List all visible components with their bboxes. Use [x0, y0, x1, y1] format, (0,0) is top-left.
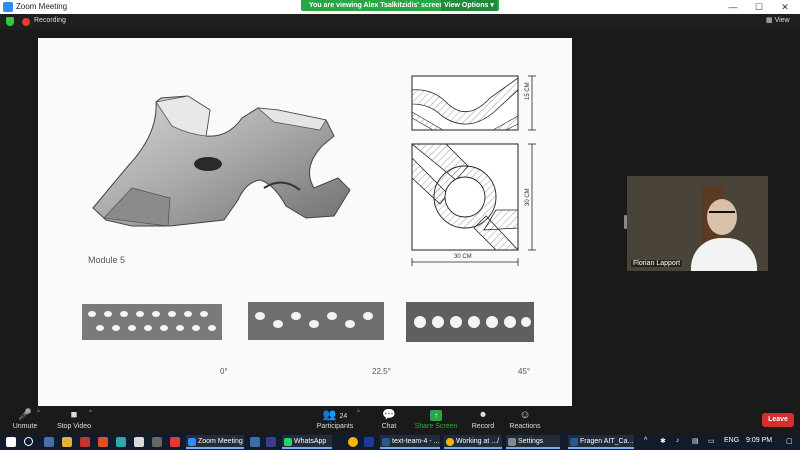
close-button[interactable]: ✕: [774, 0, 796, 14]
zoom-logo-icon: [3, 2, 13, 12]
taskbar-app-whatsapp[interactable]: WhatsApp: [282, 435, 332, 449]
reactions-icon: ☺: [519, 409, 531, 421]
tray-chevron-icon[interactable]: ^: [644, 437, 647, 444]
video-camera-icon: ■: [70, 409, 78, 421]
taskbar-app-settings[interactable]: Settings: [506, 435, 560, 449]
zoom-app-icon: [188, 438, 196, 446]
plan-drawing: [410, 143, 536, 266]
taskbar-app-zoom-label: Zoom Meeting: [198, 438, 243, 445]
recording-icon: [22, 18, 30, 26]
word-doc-icon: [570, 438, 578, 446]
recording-label: Recording: [34, 17, 66, 24]
participant-name: Florian Lapport: [631, 260, 683, 267]
audio-options-caret-icon[interactable]: ^: [37, 410, 40, 416]
chat-button[interactable]: 💬 Chat: [376, 408, 402, 430]
participant-body: [691, 238, 757, 271]
view-options-button[interactable]: View Options ▾: [441, 0, 497, 11]
wall-strip-22-5: [248, 302, 384, 340]
app-icon-indigo[interactable]: [266, 437, 276, 447]
bluetooth-icon[interactable]: ✱: [660, 437, 666, 445]
status-strip: [0, 14, 800, 30]
participants-caret-icon[interactable]: ^: [357, 410, 360, 416]
participants-icon: 👥 24: [322, 409, 348, 421]
reactions-button[interactable]: ☺ Reactions: [506, 408, 544, 430]
whatsapp-icon: [284, 438, 292, 446]
stop-video-label: Stop Video: [56, 423, 92, 430]
language-indicator[interactable]: ENG: [724, 437, 739, 444]
taskbar-app-settings-label: Settings: [518, 438, 544, 445]
module-render: [92, 95, 351, 227]
angle-label-22-5: 22.5°: [372, 367, 391, 376]
notifications-icon[interactable]: ▢: [786, 437, 793, 445]
app-icon-red[interactable]: [170, 437, 180, 447]
taskbar-app-text-team[interactable]: text-team-4 - ...: [380, 435, 440, 449]
app-icon-blue[interactable]: [250, 437, 260, 447]
module-label: Module 5: [88, 255, 126, 265]
unmute-label: Unmute: [12, 423, 38, 430]
dim-bottom-label: 30 CM: [454, 254, 472, 260]
chat-label: Chat: [381, 423, 397, 430]
shared-slide: Module 5 15 CM 30 CM 30 CM 0° 22.5° 45°: [38, 38, 572, 406]
share-screen-icon: ↑: [414, 408, 458, 422]
view-label: View: [774, 17, 790, 24]
dim-height-label: 15 CM: [525, 82, 531, 100]
taskbar-app-working[interactable]: Working at .../: [444, 435, 502, 449]
encryption-shield-icon[interactable]: [6, 17, 14, 26]
photoshop-icon[interactable]: [364, 437, 374, 447]
app-icon-teal[interactable]: [116, 437, 126, 447]
chrome-window-icon: [446, 438, 454, 446]
record-label: Record: [471, 423, 495, 430]
reactions-label: Reactions: [509, 423, 541, 430]
participants-count: 24: [339, 413, 348, 420]
top-section-drawing: [411, 75, 536, 131]
taskbar-app-working-label: Working at .../: [456, 438, 500, 445]
window-title: Zoom Meeting: [16, 2, 68, 11]
participant-video[interactable]: Florian Lapport: [627, 176, 768, 271]
settings-gear-icon: [508, 438, 516, 446]
wall-strip-0: [82, 304, 222, 340]
battery-icon[interactable]: ▭: [708, 437, 715, 445]
taskbar-app-fragen[interactable]: Fragen AIT_Ca...: [568, 435, 634, 449]
dim-side-label: 30 CM: [525, 188, 531, 206]
windows-start-icon[interactable]: [6, 437, 16, 447]
acrobat-icon[interactable]: [80, 437, 90, 447]
participants-button[interactable]: 👥 24 Participants: [314, 408, 356, 430]
viewing-text: You are viewing Alex Tsalkitzidis' scree…: [309, 2, 444, 9]
view-button[interactable]: ▦ View: [766, 16, 790, 24]
network-icon[interactable]: ▤: [692, 437, 699, 445]
chat-icon: 💬: [382, 409, 396, 421]
volume-icon[interactable]: ♪: [676, 437, 680, 444]
angle-label-45: 45°: [518, 367, 531, 376]
task-view-icon[interactable]: [44, 437, 54, 447]
clock[interactable]: 9:09 PM: [746, 437, 772, 444]
glasses: [709, 211, 735, 218]
participants-label: Participants: [316, 423, 354, 430]
app-icon-grey[interactable]: [134, 437, 144, 447]
taskbar-app-zoom[interactable]: Zoom Meeting: [186, 435, 244, 449]
wall-strip-45: [406, 302, 534, 342]
share-screen-button[interactable]: ↑ Share Screen: [414, 408, 458, 430]
word-icon: [382, 438, 390, 446]
chrome-icon[interactable]: [348, 437, 358, 447]
angle-label-0: 0°: [220, 367, 228, 376]
share-screen-label: Share Screen: [414, 423, 458, 430]
slide-drawings: [82, 75, 536, 342]
video-options-caret-icon[interactable]: ^: [89, 410, 92, 416]
search-icon[interactable]: [24, 437, 33, 446]
app-icon-dark[interactable]: [152, 437, 162, 447]
record-icon: ⏺: [480, 409, 486, 421]
taskbar-app-text-team-label: text-team-4 - ...: [392, 438, 440, 445]
taskbar-app-whatsapp-label: WhatsApp: [294, 438, 327, 445]
file-explorer-icon[interactable]: [62, 437, 72, 447]
record-button[interactable]: ⏺ Record: [468, 408, 498, 430]
unmute-button[interactable]: 🎤 Unmute: [10, 408, 40, 430]
viewing-banner: You are viewing Alex Tsalkitzidis' scree…: [301, 0, 499, 11]
leave-button[interactable]: Leave: [762, 413, 794, 427]
muted-mic-icon: 🎤: [18, 409, 32, 421]
stop-video-button[interactable]: ■ Stop Video: [54, 408, 94, 430]
taskbar-app-fragen-label: Fragen AIT_Ca...: [580, 438, 634, 445]
maximize-button[interactable]: ☐: [748, 0, 770, 14]
powerpoint-icon[interactable]: [98, 437, 108, 447]
minimize-button[interactable]: —: [722, 0, 744, 14]
